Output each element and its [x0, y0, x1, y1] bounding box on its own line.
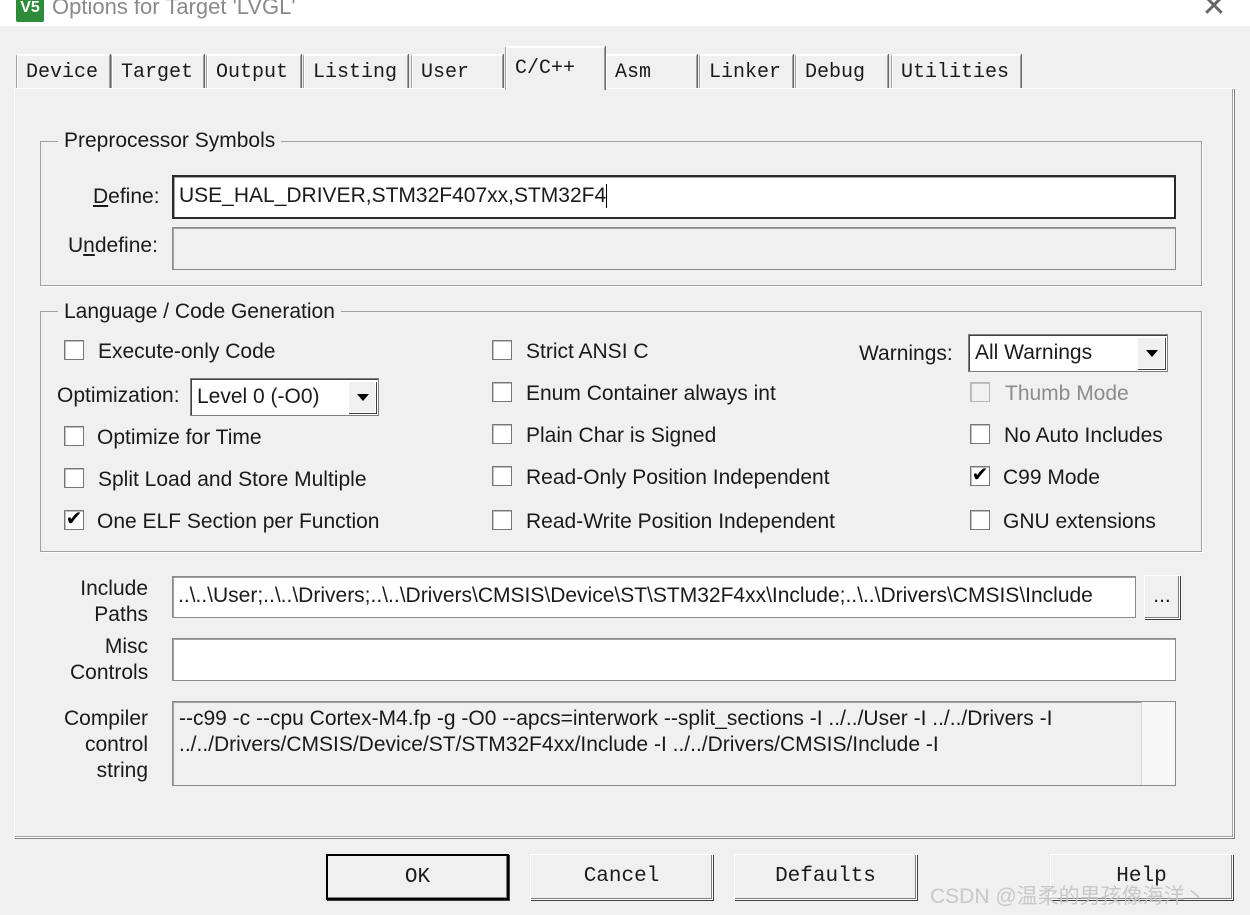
compiler-control-string[interactable]: --c99 -c --cpu Cortex-M4.fp -g -O0 --apc…: [172, 701, 1176, 786]
tab-user[interactable]: User: [411, 54, 503, 88]
tab-utilities[interactable]: Utilities: [891, 54, 1021, 88]
define-value: USE_HAL_DRIVER,STM32F407xx,STM32F4: [179, 184, 607, 207]
tab-target[interactable]: Target: [111, 54, 204, 88]
enum-container-label: Enum Container always int: [526, 382, 776, 405]
optimize-time-label: Optimize for Time: [97, 426, 262, 449]
defaults-button[interactable]: Defaults: [734, 854, 917, 900]
c99-mode-label: C99 Mode: [1003, 466, 1100, 489]
tab-linker[interactable]: Linker: [699, 54, 793, 88]
text-cursor: [606, 184, 608, 209]
compiler-label-line1: Compiler: [63, 707, 148, 730]
plain-char-checkbox[interactable]: [492, 424, 512, 444]
include-paths-input[interactable]: ..\..\User;..\..\Drivers;..\..\Drivers\C…: [172, 576, 1136, 618]
c99-mode-checkbox[interactable]: ✔: [970, 464, 990, 486]
plain-char-label: Plain Char is Signed: [526, 424, 717, 447]
define-label: Define:: [93, 185, 160, 208]
compiler-string-line2: ../../Drivers/CMSIS/Device/ST/STM32F4xx/…: [179, 733, 939, 756]
ro-pi-checkbox[interactable]: [492, 466, 512, 486]
include-label-line2: Paths: [94, 603, 148, 626]
close-icon[interactable]: ✕: [1200, 0, 1228, 22]
execute-only-checkbox[interactable]: [64, 340, 84, 360]
undefine-input[interactable]: [172, 227, 1176, 270]
warnings-select[interactable]: All Warnings: [968, 334, 1168, 372]
rw-pi-checkbox[interactable]: [492, 510, 512, 530]
split-load-label: Split Load and Store Multiple: [98, 468, 367, 491]
enum-container-checkbox[interactable]: [492, 382, 512, 402]
keil-app-icon: V5: [16, 0, 44, 22]
warnings-value: All Warnings: [975, 341, 1093, 364]
ok-button[interactable]: OK: [326, 854, 509, 900]
ro-pi-label: Read-Only Position Independent: [526, 466, 830, 489]
cancel-button[interactable]: Cancel: [530, 854, 713, 900]
include-label-line1: Include: [80, 577, 148, 600]
tab-debug[interactable]: Debug: [795, 54, 888, 88]
thumb-mode-label: Thumb Mode: [1005, 382, 1129, 405]
warnings-label: Warnings:: [859, 342, 953, 365]
gnu-extensions-checkbox[interactable]: [970, 510, 990, 530]
optimize-time-checkbox[interactable]: [64, 426, 84, 446]
undefine-label: Undefine:: [68, 234, 158, 257]
tab-device[interactable]: Device: [16, 54, 110, 88]
define-input[interactable]: USE_HAL_DRIVER,STM32F407xx,STM32F4: [172, 175, 1176, 219]
tab-listing[interactable]: Listing: [303, 54, 408, 88]
language-group-label: Language / Code Generation: [58, 300, 341, 324]
compiler-label-line3: string: [96, 759, 148, 782]
tab-asm[interactable]: Asm: [605, 54, 697, 88]
no-auto-includes-label: No Auto Includes: [1004, 424, 1163, 447]
thumb-mode-checkbox: [970, 382, 990, 402]
compiler-label-line2: control: [84, 733, 148, 756]
compiler-control-label: Compiler control string: [60, 706, 148, 784]
include-browse-button[interactable]: ...: [1144, 575, 1180, 619]
rw-pi-label: Read-Write Position Independent: [526, 510, 835, 533]
split-load-checkbox[interactable]: [64, 468, 84, 488]
one-elf-label: One ELF Section per Function: [97, 510, 380, 533]
compiler-scrollbar[interactable]: [1141, 702, 1175, 785]
no-auto-includes-checkbox[interactable]: [970, 424, 990, 444]
misc-label-line1: Misc: [104, 635, 148, 658]
optimization-select[interactable]: Level 0 (-O0): [190, 378, 379, 416]
misc-label-line2: Controls: [70, 661, 149, 684]
window-title: Options for Target 'LVGL': [52, 0, 296, 19]
optimization-label: Optimization:: [57, 384, 180, 407]
include-paths-label: Include Paths: [78, 576, 148, 628]
checkmark-icon: ✔: [65, 508, 83, 530]
tab-cc[interactable]: C/C++: [505, 46, 605, 90]
misc-controls-input[interactable]: [172, 638, 1176, 681]
strict-ansi-checkbox[interactable]: [492, 340, 512, 360]
strict-ansi-label: Strict ANSI C: [526, 340, 649, 363]
misc-controls-label: Misc Controls: [70, 634, 148, 686]
gnu-extensions-label: GNU extensions: [1003, 510, 1156, 533]
one-elf-checkbox[interactable]: ✔: [64, 508, 84, 530]
execute-only-label: Execute-only Code: [98, 340, 276, 363]
checkmark-icon: ✔: [971, 464, 989, 486]
preprocessor-group-label: Preprocessor Symbols: [58, 129, 282, 153]
chevron-down-icon[interactable]: [348, 381, 376, 413]
compiler-string-line1: --c99 -c --cpu Cortex-M4.fp -g -O0 --apc…: [179, 707, 1053, 730]
csdn-watermark: CSDN @温柔的男孩像海洋丶: [930, 885, 1206, 908]
tab-output[interactable]: Output: [206, 54, 301, 88]
optimization-value: Level 0 (-O0): [197, 385, 320, 408]
chevron-down-icon[interactable]: [1137, 337, 1165, 369]
